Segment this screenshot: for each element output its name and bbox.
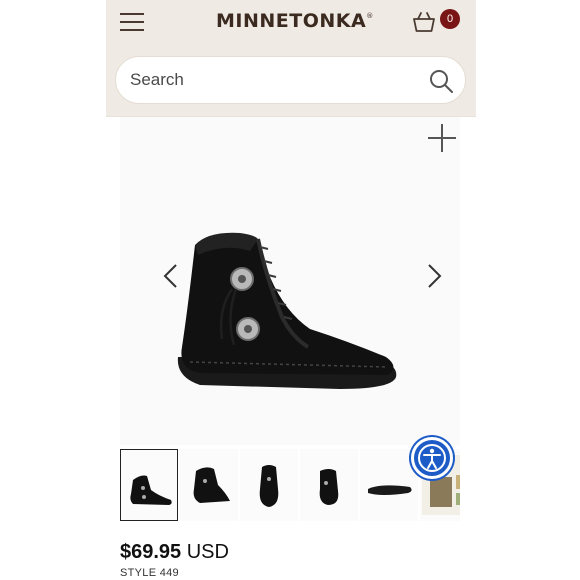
mobile-page: MINNETONKA® 0 Search $69.95 USD STYLE 44… bbox=[106, 0, 476, 580]
product-price: $69.95 USD bbox=[120, 541, 229, 564]
search-icon[interactable] bbox=[428, 68, 454, 94]
price-amount: $69.95 bbox=[120, 541, 182, 563]
brand-logo[interactable]: MINNETONKA® bbox=[216, 10, 373, 32]
search-bar-container bbox=[106, 46, 476, 116]
product-main-image bbox=[177, 232, 397, 389]
trademark-symbol: ® bbox=[366, 12, 374, 20]
plus-icon[interactable] bbox=[426, 122, 458, 154]
search-input[interactable] bbox=[130, 57, 410, 103]
thumbnail-side-view[interactable] bbox=[120, 449, 178, 521]
product-style-number: STYLE 449 bbox=[120, 567, 179, 579]
brand-name: MINNETONKA bbox=[216, 10, 367, 32]
hamburger-menu-icon[interactable] bbox=[120, 12, 144, 32]
thumbnail-strip bbox=[120, 449, 460, 521]
search-field[interactable] bbox=[115, 56, 466, 104]
price-currency: USD bbox=[186, 541, 229, 563]
thumbnail-front-view[interactable] bbox=[240, 449, 298, 521]
cart-count-badge[interactable]: 0 bbox=[440, 9, 460, 29]
thumbnail-sole-view[interactable] bbox=[360, 449, 418, 521]
shopping-basket-icon[interactable] bbox=[412, 10, 436, 34]
thumbnail-angle-view[interactable] bbox=[180, 449, 238, 521]
accessibility-button[interactable] bbox=[411, 437, 453, 479]
thumbnail-back-view[interactable] bbox=[300, 449, 358, 521]
accessibility-icon bbox=[418, 444, 446, 472]
chevron-right-icon[interactable] bbox=[423, 262, 445, 290]
top-navigation-bar: MINNETONKA® 0 bbox=[106, 0, 476, 46]
product-image-gallery[interactable] bbox=[120, 117, 460, 445]
